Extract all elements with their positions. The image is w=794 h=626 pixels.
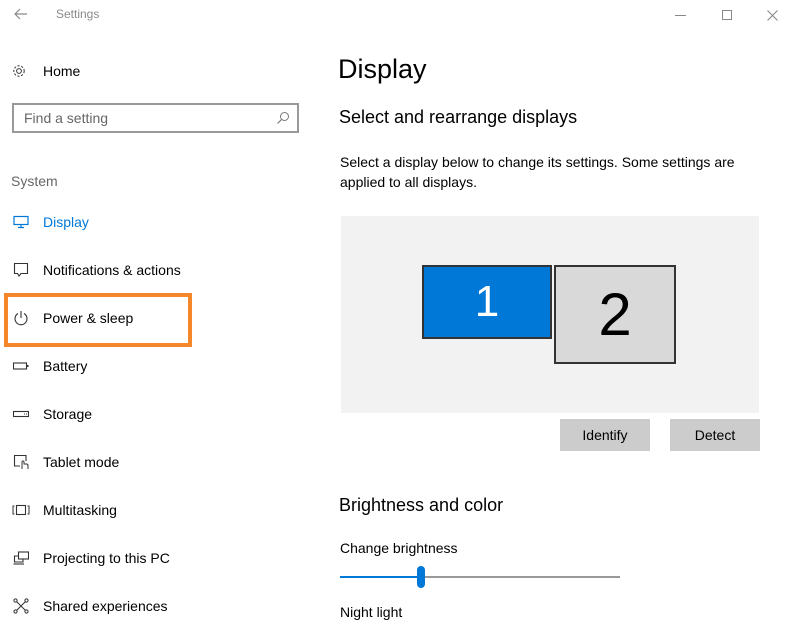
sidebar-item-notifications[interactable]: Notifications & actions xyxy=(11,258,181,282)
brightness-heading: Brightness and color xyxy=(339,495,504,515)
gear-icon xyxy=(13,65,25,77)
main-content: Display Select and rearrange displays Se… xyxy=(330,0,794,626)
sidebar-item-storage[interactable]: Storage xyxy=(11,402,92,426)
sidebar-item-tablet-mode[interactable]: Tablet mode xyxy=(11,450,119,474)
search-icon[interactable] xyxy=(275,110,291,126)
tablet-mode-icon xyxy=(11,452,31,472)
sidebar-item-battery[interactable]: Battery xyxy=(11,354,87,378)
sidebar-item-display[interactable]: Display xyxy=(11,210,89,234)
app-title: Settings xyxy=(56,7,100,21)
sidebar-item-label: Tablet mode xyxy=(43,454,120,470)
section-label-system: System xyxy=(11,173,58,189)
sidebar-item-label: Power & sleep xyxy=(43,310,134,326)
sidebar-item-shared-experiences[interactable]: Shared experiences xyxy=(11,594,168,618)
display-arrangement-area: 1 2 xyxy=(341,216,759,413)
slider-fill xyxy=(340,576,421,578)
notification-icon xyxy=(11,260,31,280)
identify-button[interactable]: Identify xyxy=(560,419,650,451)
sidebar-item-multitasking[interactable]: Multitasking xyxy=(11,498,117,522)
monitor-1-label: 1 xyxy=(474,277,500,326)
page-title: Display xyxy=(338,54,427,84)
home-label: Home xyxy=(43,63,81,79)
battery-icon xyxy=(11,356,31,376)
storage-icon xyxy=(11,404,31,424)
search-input[interactable] xyxy=(14,105,264,131)
sidebar-item-label: Notifications & actions xyxy=(43,262,181,278)
arrange-heading: Select and rearrange displays xyxy=(339,107,578,127)
home-link[interactable]: Home xyxy=(11,60,80,82)
night-light-label: Night light xyxy=(340,604,403,620)
monitor-2-label: 2 xyxy=(598,281,632,348)
sidebar-item-power-sleep[interactable]: Power & sleep xyxy=(11,306,133,330)
arrange-description: Select a display below to change its set… xyxy=(340,154,735,190)
brightness-label: Change brightness xyxy=(340,540,458,556)
sidebar-item-projecting[interactable]: Projecting to this PC xyxy=(11,546,170,570)
sidebar-item-label: Storage xyxy=(43,406,93,422)
monitor-icon xyxy=(11,212,31,232)
monitor-2[interactable]: 2 xyxy=(554,265,676,364)
power-icon xyxy=(11,308,31,328)
shared-experiences-icon xyxy=(11,596,31,616)
projecting-icon xyxy=(11,548,31,568)
brightness-slider[interactable] xyxy=(340,566,620,588)
sidebar: Home System Display Notifications & acti… xyxy=(0,30,320,626)
sidebar-item-label: Multitasking xyxy=(43,502,117,518)
multitasking-icon xyxy=(11,500,31,520)
detect-button[interactable]: Detect xyxy=(670,419,760,451)
sidebar-item-label: Display xyxy=(43,214,89,230)
sidebar-item-label: Projecting to this PC xyxy=(43,550,170,566)
arrow-left-icon xyxy=(14,8,27,20)
monitor-1[interactable]: 1 xyxy=(422,265,552,339)
slider-thumb[interactable] xyxy=(417,566,425,588)
sidebar-item-label: Shared experiences xyxy=(43,598,168,614)
sidebar-item-label: Battery xyxy=(43,358,88,374)
search-box[interactable] xyxy=(12,103,299,133)
back-button[interactable] xyxy=(10,4,32,24)
